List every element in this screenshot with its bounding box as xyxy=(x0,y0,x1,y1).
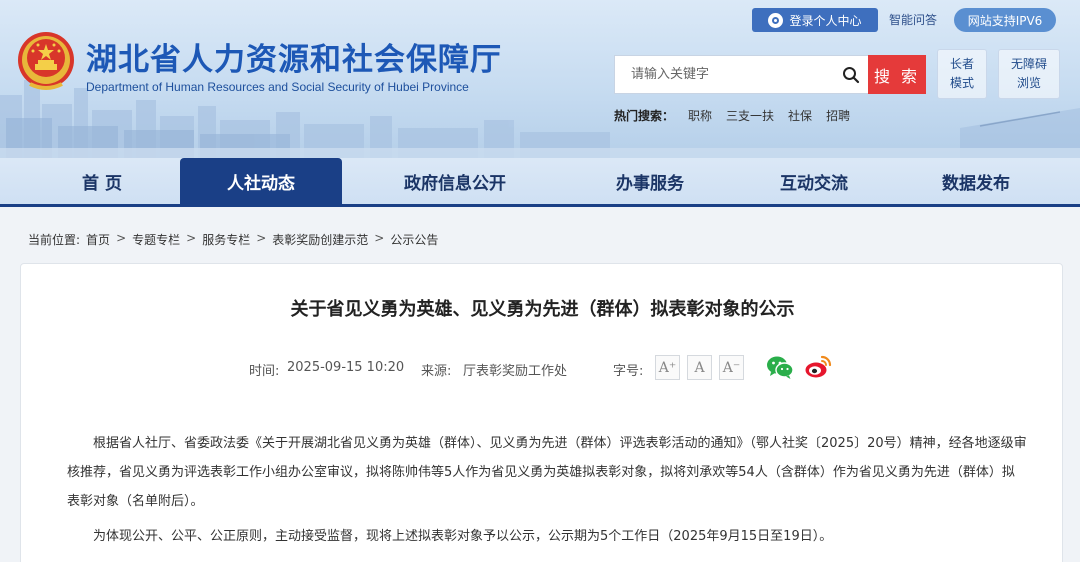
search-button[interactable]: 搜 索 xyxy=(868,55,926,94)
breadcrumb-label: 当前位置: xyxy=(28,233,81,247)
font-size-label: 字号: xyxy=(613,364,644,379)
search-input[interactable] xyxy=(615,56,835,93)
hot-search-item-zhicheng[interactable]: 职称 xyxy=(688,107,712,124)
article-title: 关于省见义勇为英雄、见义勇为先进（群体）拟表彰对象的公示 xyxy=(290,299,795,320)
breadcrumb-item-awards[interactable]: 表彰奖励创建示范 xyxy=(272,231,368,248)
elder-mode-line2: 模式 xyxy=(949,76,974,90)
nav-item-interaction[interactable]: 互动交流 xyxy=(744,158,884,204)
article-paragraph-2: 为体现公开、公平、公正原则，主动接受监督，现将上述拟表彰对象予以公示，公示期为5… xyxy=(93,529,833,544)
article-paragraph-1: 根据省人社厅、省委政法委《关于开展湖北省见义勇为英雄（群体）、见义勇为先进（群体… xyxy=(67,436,1027,509)
weibo-icon[interactable] xyxy=(804,354,832,380)
login-personal-center-button[interactable]: 登录个人中心 xyxy=(752,8,878,32)
font-increase-button[interactable]: A⁺ xyxy=(655,355,680,380)
breadcrumb-item-announcements[interactable]: 公示公告 xyxy=(390,231,438,248)
elder-mode-line1: 长者 xyxy=(949,57,974,71)
article-time-value: 2025-09-15 10:20 xyxy=(287,360,405,375)
user-icon xyxy=(768,12,784,28)
search-box xyxy=(614,55,868,94)
accessible-mode-button[interactable]: 无障碍 浏览 xyxy=(998,49,1060,99)
breadcrumb-separator: > xyxy=(186,231,197,245)
accessible-mode-line1: 无障碍 xyxy=(1010,57,1047,71)
hot-search: 热门搜索： 职称 三支一扶 社保 招聘 xyxy=(614,107,864,124)
article-source-label: 来源: xyxy=(421,364,452,379)
accessible-mode-line2: 浏览 xyxy=(1016,76,1041,90)
nav-item-home[interactable]: 首 页 xyxy=(40,158,164,204)
site-subtitle: Department of Human Resources and Social… xyxy=(86,80,469,94)
nav-item-gov-info[interactable]: 政府信息公开 xyxy=(372,158,538,204)
elder-mode-button[interactable]: 长者 模式 xyxy=(937,49,987,99)
font-reset-button[interactable]: A xyxy=(687,355,712,380)
hot-search-item-sanzhiyifu[interactable]: 三支一扶 xyxy=(726,107,774,124)
hot-search-label: 热门搜索： xyxy=(614,109,675,123)
national-emblem-logo xyxy=(18,32,74,90)
article-source-value: 厅表彰奖励工作处 xyxy=(463,364,568,379)
breadcrumb-separator: > xyxy=(374,231,385,245)
smart-qa-link[interactable]: 智能问答 xyxy=(889,11,937,28)
site-title: 湖北省人力资源和社会保障厅 xyxy=(86,42,502,78)
hot-search-item-shebao[interactable]: 社保 xyxy=(788,107,812,124)
search-icon[interactable] xyxy=(842,66,860,84)
login-label: 登录个人中心 xyxy=(789,13,862,28)
breadcrumb-item-topics[interactable]: 专题专栏 xyxy=(132,231,180,248)
breadcrumb: 当前位置: 首页 > 专题专栏 > 服务专栏 > 表彰奖励创建示范 > 公示公告 xyxy=(28,231,438,248)
main-nav: 首 页 人社动态 政府信息公开 办事服务 互动交流 数据发布 xyxy=(0,158,1080,207)
breadcrumb-separator: > xyxy=(256,231,267,245)
breadcrumb-item-service-column[interactable]: 服务专栏 xyxy=(202,231,250,248)
article-card: 关于省见义勇为英雄、见义勇为先进（群体）拟表彰对象的公示 时间: 2025-09… xyxy=(20,263,1063,562)
article-time-label: 时间: xyxy=(249,364,280,379)
nav-item-services[interactable]: 办事服务 xyxy=(580,158,720,204)
hot-search-item-zhaopin[interactable]: 招聘 xyxy=(826,107,850,124)
wechat-icon[interactable] xyxy=(766,354,794,380)
ipv6-badge[interactable]: 网站支持IPV6 xyxy=(954,8,1056,32)
nav-item-hr-news[interactable]: 人社动态 xyxy=(180,158,342,204)
breadcrumb-item-home[interactable]: 首页 xyxy=(86,231,110,248)
font-decrease-button[interactable]: A⁻ xyxy=(719,355,744,380)
nav-item-data-release[interactable]: 数据发布 xyxy=(906,158,1046,204)
breadcrumb-separator: > xyxy=(116,231,127,245)
